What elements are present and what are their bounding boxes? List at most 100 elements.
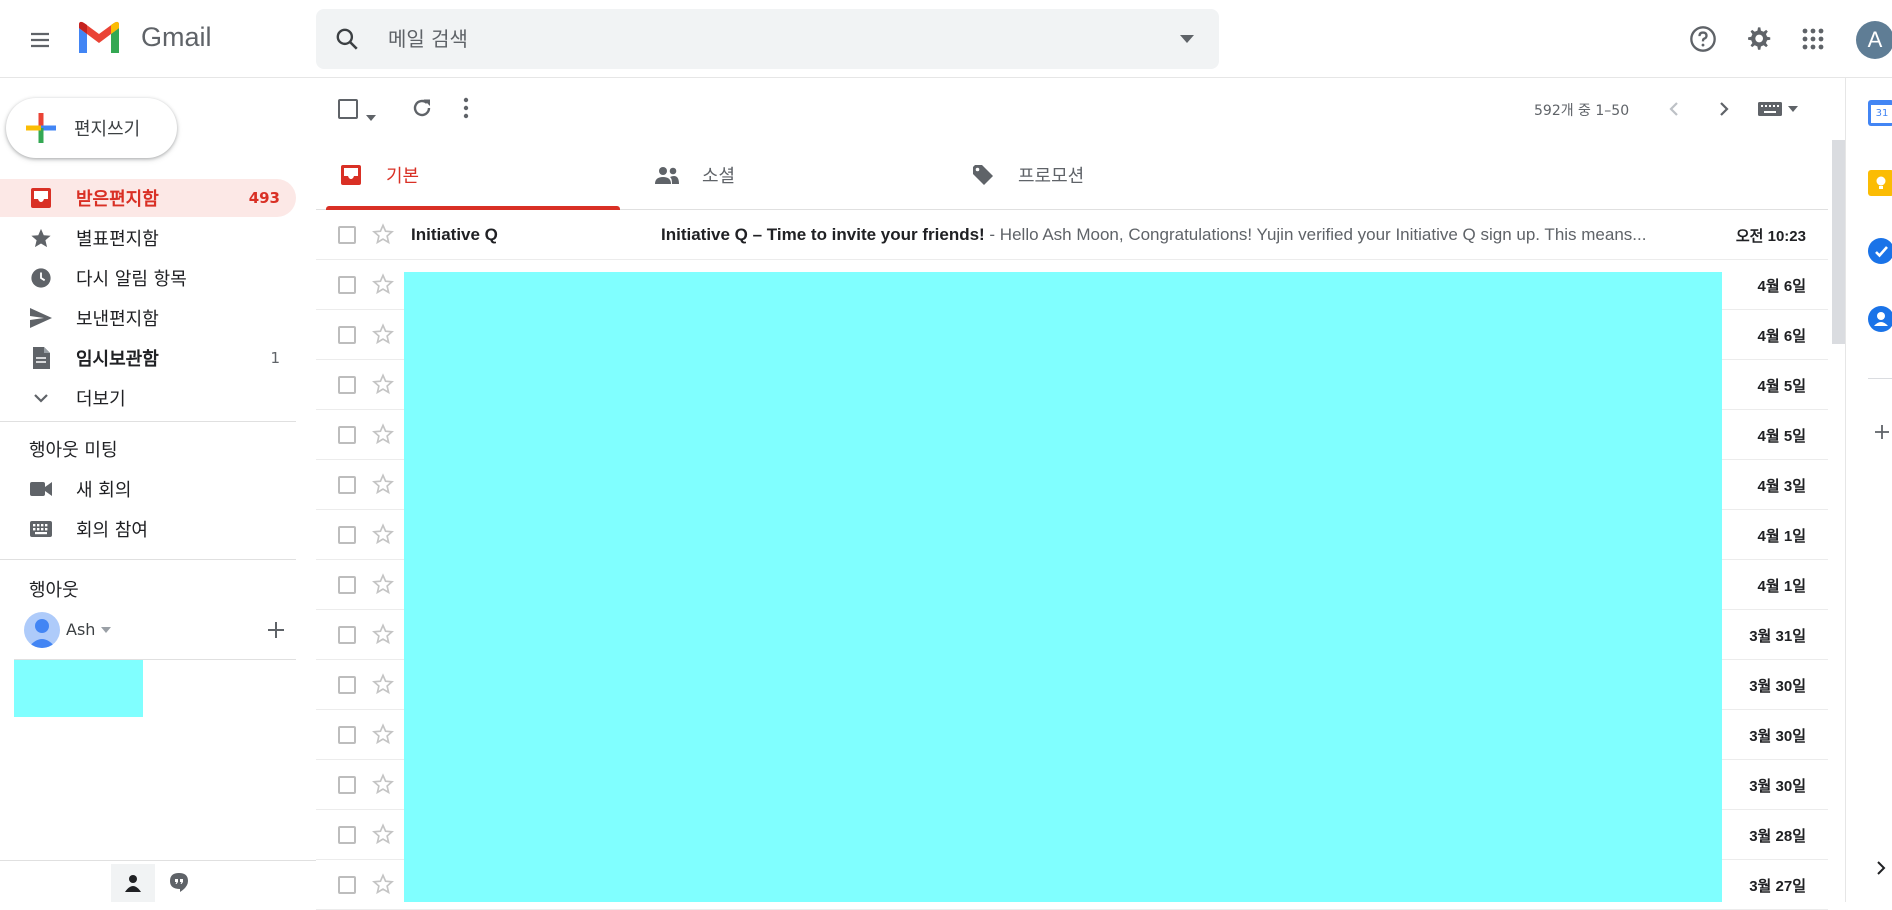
inbox-icon <box>28 185 54 211</box>
chevron-down-icon <box>28 385 54 411</box>
tab-social[interactable]: 소셜 <box>632 140 928 210</box>
newer-page-chevron-icon[interactable] <box>1662 97 1686 121</box>
row-checkbox[interactable] <box>338 676 356 694</box>
star-outline-icon[interactable] <box>372 223 394 245</box>
row-checkbox[interactable] <box>338 876 356 894</box>
star-outline-icon[interactable] <box>372 673 394 695</box>
row-checkbox[interactable] <box>338 576 356 594</box>
star-outline-icon[interactable] <box>372 623 394 645</box>
rail-divider <box>1868 378 1892 379</box>
plus-colored-icon <box>26 113 56 143</box>
star-outline-icon[interactable] <box>372 573 394 595</box>
older-page-chevron-icon[interactable] <box>1712 97 1736 121</box>
email-date: 3월 30일 <box>1749 778 1806 795</box>
row-checkbox[interactable] <box>338 726 356 744</box>
side-panel: 31 <box>1845 78 1892 902</box>
contacts-icon[interactable] <box>1868 306 1892 332</box>
select-all-checkbox[interactable] <box>338 99 358 119</box>
row-checkbox[interactable] <box>338 226 356 244</box>
star-outline-icon[interactable] <box>372 873 394 895</box>
people-icon <box>654 162 680 188</box>
email-date: 3월 27일 <box>1749 878 1806 895</box>
email-sender: Initiative Q <box>411 225 498 244</box>
category-tabs: 기본 소셜 프로모션 <box>316 140 1828 210</box>
more-options-icon[interactable] <box>462 97 470 123</box>
keep-icon[interactable] <box>1868 170 1892 196</box>
nav-item-drafts[interactable]: 임시보관함 1 <box>0 339 296 377</box>
email-date: 4월 1일 <box>1757 578 1806 595</box>
email-date: 3월 30일 <box>1749 678 1806 695</box>
search-bar[interactable] <box>316 9 1219 69</box>
tasks-icon[interactable] <box>1868 238 1892 264</box>
compose-label: 편지쓰기 <box>74 119 141 140</box>
gmail-logo-icon[interactable] <box>76 20 122 60</box>
row-checkbox[interactable] <box>338 426 356 444</box>
search-options-dropdown-icon[interactable] <box>1171 27 1203 51</box>
scrollbar-thumb[interactable] <box>1832 140 1845 344</box>
add-contact-icon[interactable] <box>264 618 288 642</box>
settings-gear-icon[interactable] <box>1736 17 1780 61</box>
new-meeting-item[interactable]: 새 회의 <box>0 470 296 508</box>
search-input[interactable] <box>386 23 1086 55</box>
send-icon <box>28 305 54 331</box>
search-icon[interactable] <box>334 26 360 56</box>
row-checkbox[interactable] <box>338 776 356 794</box>
join-meeting-item[interactable]: 회의 참여 <box>0 510 296 548</box>
expand-panel-chevron-icon[interactable] <box>1876 860 1886 880</box>
star-outline-icon[interactable] <box>372 723 394 745</box>
nav-label: 다시 알림 항목 <box>76 269 187 290</box>
star-outline-icon[interactable] <box>372 373 394 395</box>
row-checkbox[interactable] <box>338 326 356 344</box>
nav-label: 보낸편지함 <box>76 309 159 330</box>
tab-promotions[interactable]: 프로모션 <box>948 140 1244 210</box>
keyboard-icon <box>28 516 54 542</box>
row-checkbox[interactable] <box>338 526 356 544</box>
star-outline-icon[interactable] <box>372 273 394 295</box>
main-menu-button[interactable] <box>18 18 62 62</box>
get-addons-plus-icon[interactable] <box>1874 424 1890 444</box>
nav-item-more[interactable]: 더보기 <box>0 379 296 417</box>
hangouts-user-avatar[interactable] <box>24 612 60 648</box>
input-tools-button[interactable] <box>1758 102 1798 116</box>
hangouts-user-menu[interactable]: Ash <box>66 620 112 639</box>
email-date: 4월 3일 <box>1757 478 1806 495</box>
row-checkbox[interactable] <box>338 626 356 644</box>
refresh-icon[interactable] <box>410 96 434 124</box>
redacted-area <box>14 660 143 717</box>
compose-button[interactable]: 편지쓰기 <box>6 98 177 158</box>
row-checkbox[interactable] <box>338 376 356 394</box>
contacts-tab-person-icon[interactable] <box>111 864 155 902</box>
row-checkbox[interactable] <box>338 826 356 844</box>
tab-primary[interactable]: 기본 <box>316 140 612 210</box>
apps-grid-icon[interactable] <box>1791 17 1835 61</box>
nav-label: 받은편지함 <box>76 189 159 210</box>
star-outline-icon[interactable] <box>372 323 394 345</box>
select-dropdown-icon[interactable] <box>366 106 376 125</box>
star-outline-icon[interactable] <box>372 823 394 845</box>
nav-item-snoozed[interactable]: 다시 알림 항목 <box>0 259 296 297</box>
email-date: 4월 5일 <box>1757 428 1806 445</box>
star-outline-icon[interactable] <box>372 473 394 495</box>
help-icon[interactable] <box>1681 17 1725 61</box>
star-outline-icon[interactable] <box>372 423 394 445</box>
hamburger-icon <box>31 32 49 48</box>
account-avatar[interactable]: A <box>1856 21 1892 59</box>
calendar-icon[interactable]: 31 <box>1868 100 1892 126</box>
row-checkbox[interactable] <box>338 476 356 494</box>
nav-divider <box>0 559 296 560</box>
nav-item-starred[interactable]: 별표편지함 <box>0 219 296 257</box>
nav-item-sent[interactable]: 보낸편지함 <box>0 299 296 337</box>
star-outline-icon[interactable] <box>372 773 394 795</box>
meet-section-title: 행아웃 미팅 <box>29 440 118 461</box>
nav-label: 더보기 <box>76 389 126 410</box>
hangouts-chat-icon[interactable] <box>162 866 196 900</box>
app-title: Gmail <box>141 22 212 52</box>
pagination-text: 592개 중 1–50 <box>1534 103 1630 119</box>
email-date: 3월 31일 <box>1749 628 1806 645</box>
email-row[interactable]: Initiative Q Initiative Q – Time to invi… <box>316 210 1828 260</box>
tab-label: 프로모션 <box>1018 166 1085 187</box>
nav-item-inbox[interactable]: 받은편지함 493 <box>0 179 296 217</box>
star-outline-icon[interactable] <box>372 523 394 545</box>
row-checkbox[interactable] <box>338 276 356 294</box>
keyboard-icon <box>1758 102 1782 116</box>
